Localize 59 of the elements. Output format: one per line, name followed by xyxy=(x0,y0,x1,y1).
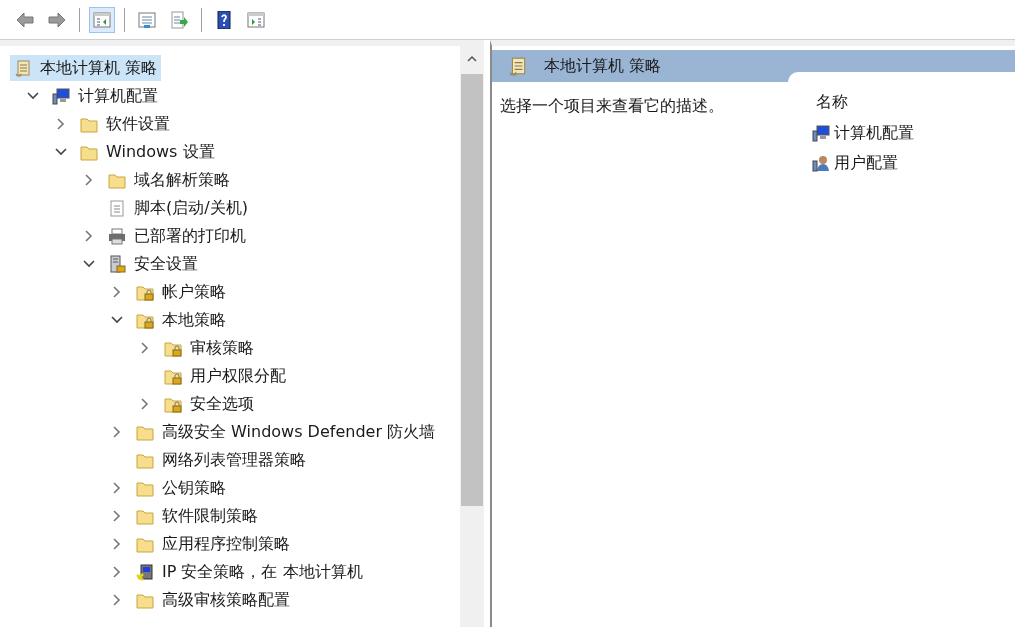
tree-item[interactable]: 域名解析策略 xyxy=(104,167,234,193)
user-icon xyxy=(812,154,830,172)
folder-icon xyxy=(136,451,154,469)
scroll-icon xyxy=(14,59,32,77)
computer-key-icon xyxy=(136,563,154,581)
list-item[interactable]: 计算机配置 xyxy=(812,118,914,148)
folder-icon xyxy=(80,115,98,133)
tree-item[interactable]: 用户权限分配 xyxy=(160,363,290,389)
scroll-up-icon[interactable] xyxy=(467,54,477,62)
tree-item[interactable]: 计算机配置 xyxy=(48,83,162,109)
help-icon xyxy=(215,10,233,29)
description-text: 选择一个项目来查看它的描述。 xyxy=(499,95,725,117)
tree-item[interactable]: IP 安全策略，在 本地计算机 xyxy=(132,559,367,585)
folder-icon xyxy=(136,423,154,441)
tree-item[interactable]: 本地计算机 策略 xyxy=(10,55,162,81)
folder-icon xyxy=(136,591,154,609)
computer-icon xyxy=(52,87,70,105)
tree-item[interactable]: Windows 设置 xyxy=(76,139,219,165)
scroll-icon xyxy=(508,56,528,76)
printer-icon xyxy=(108,227,126,245)
document-icon xyxy=(108,199,126,217)
folder-icon xyxy=(136,479,154,497)
locked-folder-icon xyxy=(164,367,182,385)
locked-folder-icon xyxy=(164,395,182,413)
tree-item[interactable]: 脚本(启动/关机) xyxy=(104,195,252,221)
tree-item[interactable]: 软件限制策略 xyxy=(132,503,262,529)
pane-title: 本地计算机 策略 xyxy=(544,55,662,77)
tree-item[interactable]: 公钥策略 xyxy=(132,475,230,501)
column-header[interactable]: 名称 xyxy=(812,92,914,118)
forward-arrow-icon xyxy=(48,10,66,29)
scrollbar-thumb[interactable] xyxy=(461,74,483,506)
tree-item[interactable]: 安全设置 xyxy=(104,251,202,277)
tree-item[interactable]: 已部署的打印机 xyxy=(104,223,250,249)
tree-item[interactable]: 应用程序控制策略 xyxy=(132,531,294,557)
folder-icon xyxy=(108,171,126,189)
locked-server-icon xyxy=(108,255,126,273)
scrollbar[interactable] xyxy=(460,46,484,627)
list-item[interactable]: 用户配置 xyxy=(812,148,914,178)
folder-icon xyxy=(136,507,154,525)
export-icon xyxy=(170,10,188,29)
locked-folder-icon xyxy=(136,283,154,301)
folder-icon xyxy=(80,143,98,161)
tree-item[interactable]: 高级安全 Windows Defender 防火墙 xyxy=(132,419,440,445)
list-window-icon xyxy=(138,10,156,29)
folder-icon xyxy=(136,535,154,553)
locked-folder-icon xyxy=(164,339,182,357)
computer-icon xyxy=(812,124,830,142)
tree-pane-button[interactable] xyxy=(89,6,115,33)
tree-item[interactable]: 网络列表管理器策略 xyxy=(132,447,310,473)
tree-item[interactable]: 软件设置 xyxy=(76,111,174,137)
locked-folder-icon xyxy=(136,311,154,329)
tree-pane-icon xyxy=(93,10,111,29)
tree-item[interactable]: 审核策略 xyxy=(160,335,258,361)
tree-item[interactable]: 帐户策略 xyxy=(132,279,230,305)
back-arrow-icon xyxy=(16,10,34,29)
tree-item[interactable]: 安全选项 xyxy=(160,391,258,417)
action-pane-icon xyxy=(247,10,265,29)
tree-item[interactable]: 高级审核策略配置 xyxy=(132,587,294,613)
tree-item[interactable]: 本地策略 xyxy=(132,307,230,333)
